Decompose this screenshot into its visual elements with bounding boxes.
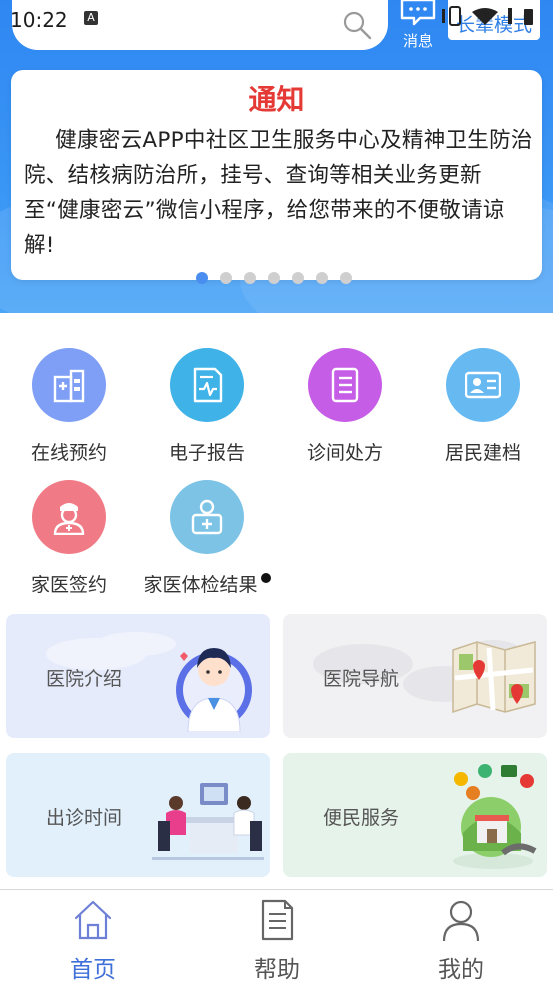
card-label: 医院介绍 bbox=[46, 668, 123, 690]
function-icon-circle bbox=[170, 348, 244, 422]
id-card-icon bbox=[465, 371, 501, 399]
nav-tab-home[interactable]: 首页 bbox=[23, 890, 163, 984]
consultation-illustration bbox=[152, 783, 264, 860]
function-item[interactable]: 电子报告 bbox=[138, 348, 276, 478]
status-icons bbox=[442, 6, 533, 26]
help-document-icon bbox=[261, 899, 294, 941]
hospital-navigation-card[interactable]: 医院导航 bbox=[283, 614, 547, 738]
function-label: 在线预约 bbox=[0, 438, 138, 465]
function-icon-circle bbox=[308, 348, 382, 422]
carousel-dot[interactable] bbox=[268, 272, 280, 284]
map-icon bbox=[452, 641, 536, 714]
function-item[interactable]: 家医体检结果 bbox=[138, 480, 276, 610]
doctor-icon bbox=[53, 503, 85, 535]
function-label-text: 电子报告 bbox=[168, 442, 245, 464]
messages-label: 消息 bbox=[402, 32, 433, 50]
function-label-text: 在线预约 bbox=[30, 442, 107, 464]
carousel-dot[interactable] bbox=[316, 272, 328, 284]
carousel-dot[interactable] bbox=[340, 272, 352, 284]
function-label-text: 家医签约 bbox=[30, 574, 107, 596]
carousel-dot[interactable] bbox=[220, 272, 232, 284]
status-time: 10:22 bbox=[10, 8, 68, 32]
carousel-dot[interactable] bbox=[292, 272, 304, 284]
notice-carousel-card[interactable]: 通知 健康密云APP中社区卫生服务中心及精神卫生防治院、结核病防治所，挂号、查询… bbox=[11, 70, 542, 280]
function-label: 家医签约 bbox=[0, 570, 138, 597]
function-item[interactable]: 家医签约 bbox=[0, 480, 138, 610]
carousel-dot[interactable] bbox=[244, 272, 256, 284]
doctor-illustration bbox=[176, 648, 252, 732]
function-item[interactable]: 在线预约 bbox=[0, 348, 138, 478]
hospital-building-icon bbox=[53, 369, 85, 403]
function-label-text: 居民建档 bbox=[444, 442, 521, 464]
search-icon[interactable] bbox=[342, 10, 372, 40]
community-services-illustration bbox=[453, 764, 537, 869]
nav-label-help: 帮助 bbox=[254, 957, 300, 983]
messages-button[interactable]: 消息 bbox=[398, 0, 438, 52]
clinic-hours-card[interactable]: 出诊时间 bbox=[6, 753, 270, 877]
notification-icon: A bbox=[84, 11, 98, 25]
function-label: 电子报告 bbox=[138, 438, 276, 465]
nav-label-mine: 我的 bbox=[438, 957, 484, 983]
home-icon bbox=[74, 900, 112, 940]
function-icon-circle bbox=[32, 348, 106, 422]
function-label-text: 诊间处方 bbox=[306, 442, 383, 464]
function-label: 家医体检结果 bbox=[138, 570, 276, 597]
search-bar[interactable] bbox=[12, 0, 388, 50]
convenience-services-card[interactable]: 便民服务 bbox=[283, 753, 547, 877]
nav-label-home: 首页 bbox=[70, 957, 116, 983]
function-item[interactable]: 诊间处方 bbox=[276, 348, 414, 478]
function-label: 居民建档 bbox=[414, 438, 552, 465]
wifi-icon bbox=[472, 8, 498, 25]
signal-icon bbox=[508, 8, 512, 24]
notification-dot bbox=[260, 573, 271, 583]
notice-body: 健康密云APP中社区卫生服务中心及精神卫生防治院、结核病防治所，挂号、查询等相关… bbox=[24, 128, 533, 258]
card-label: 便民服务 bbox=[323, 807, 400, 829]
nav-tab-mine[interactable]: 我的 bbox=[391, 890, 531, 984]
function-icon-circle bbox=[170, 480, 244, 554]
carousel-indicator[interactable] bbox=[196, 272, 352, 284]
function-item[interactable]: 居民建档 bbox=[414, 348, 552, 478]
carousel-dot[interactable] bbox=[196, 272, 208, 284]
battery-icon bbox=[524, 9, 533, 25]
function-icon-circle bbox=[446, 348, 520, 422]
bottom-navigation: 首页 帮助 我的 bbox=[0, 889, 553, 984]
report-document-icon bbox=[193, 367, 223, 403]
card-label: 出诊时间 bbox=[46, 807, 123, 829]
function-label-text: 家医体检结果 bbox=[143, 574, 258, 596]
medical-kit-icon bbox=[191, 499, 223, 535]
notice-title: 通知 bbox=[248, 83, 305, 116]
user-icon bbox=[442, 900, 480, 942]
nav-tab-help[interactable]: 帮助 bbox=[207, 890, 347, 984]
hospital-intro-card[interactable]: 医院介绍 bbox=[6, 614, 270, 738]
card-label: 医院导航 bbox=[323, 668, 400, 690]
message-icon bbox=[400, 0, 436, 26]
header-banner: 消息 长辈模式 通知 健康密云APP中社区卫生服务中心及精神卫生防治院、结核病防… bbox=[0, 0, 553, 313]
vibrate-icon bbox=[442, 9, 445, 23]
function-label: 诊间处方 bbox=[276, 438, 414, 465]
prescription-list-icon bbox=[331, 367, 359, 403]
function-icon-circle bbox=[32, 480, 106, 554]
